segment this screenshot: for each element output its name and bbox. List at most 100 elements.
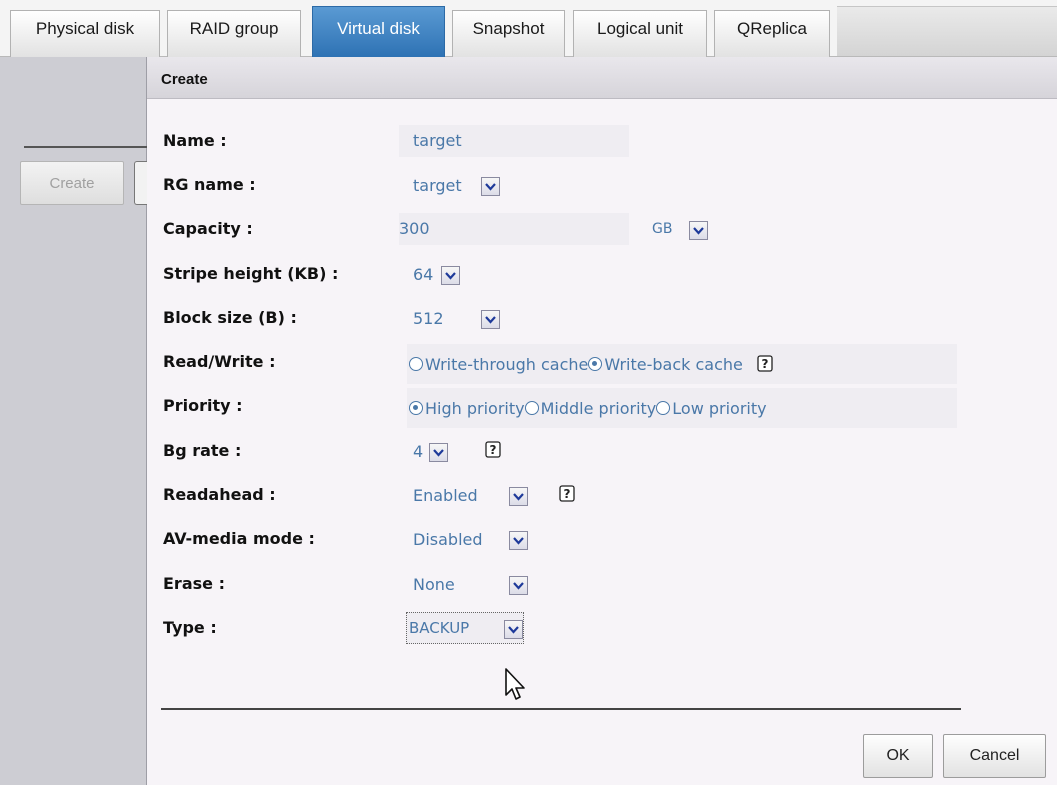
readahead-value: Enabled <box>413 485 478 505</box>
svg-text:?: ? <box>564 487 571 501</box>
type-dropdown-button[interactable] <box>504 620 523 639</box>
tab-virtual-disk[interactable]: Virtual disk <box>312 6 445 57</box>
tab-raid-group[interactable]: RAID group <box>167 10 301 57</box>
svg-text:?: ? <box>490 443 497 457</box>
tab-bar-filler <box>837 6 1057 56</box>
write-back-option[interactable]: Write-back cache <box>588 355 743 374</box>
sidebar-create-button[interactable]: Create <box>20 161 124 205</box>
low-priority-label: Low priority <box>672 398 767 418</box>
type-value: BACKUP <box>409 619 470 637</box>
bg-rate-dropdown-button[interactable] <box>429 443 448 462</box>
capacity-input[interactable] <box>399 213 629 245</box>
tab-snapshot[interactable]: Snapshot <box>452 10 565 57</box>
chevron-down-icon <box>513 581 524 590</box>
tab-qreplica[interactable]: QReplica <box>714 10 830 57</box>
tab-bar: Physical disk RAID group Virtual disk Sn… <box>0 0 1057 57</box>
block-size-label: Block size (B) : <box>163 308 297 327</box>
readahead-dropdown-button[interactable] <box>509 487 528 506</box>
capacity-value: 300 <box>399 219 430 238</box>
tab-physical-disk[interactable]: Physical disk <box>10 10 160 57</box>
high-priority-label: High priority <box>425 398 525 418</box>
read-write-row: Read/Write : Write-through cache Write-b… <box>147 344 1057 384</box>
sidebar-divider <box>24 146 147 148</box>
erase-row: Erase : None <box>147 566 1057 606</box>
stripe-height-value: 64 <box>413 264 434 284</box>
mouse-pointer-icon <box>505 668 525 700</box>
chevron-down-icon <box>693 226 704 235</box>
rg-name-label: RG name : <box>163 175 256 194</box>
cancel-button[interactable]: Cancel <box>943 734 1046 778</box>
name-row: Name : target <box>147 123 1057 163</box>
sidebar: Create <box>0 57 147 785</box>
readahead-label: Readahead : <box>163 485 276 504</box>
dialog-title: Create <box>147 57 1057 99</box>
av-media-mode-dropdown-button[interactable] <box>509 531 528 550</box>
readahead-row: Readahead : Enabled ? <box>147 477 1057 517</box>
priority-label: Priority : <box>163 396 243 415</box>
write-through-option[interactable]: Write-through cache <box>409 355 588 374</box>
capacity-row: Capacity : 300 GB <box>147 211 1057 251</box>
high-priority-radio[interactable] <box>409 401 423 415</box>
erase-value: None <box>413 574 455 594</box>
block-size-value: 512 <box>413 308 444 328</box>
write-through-radio[interactable] <box>409 357 423 371</box>
name-label: Name : <box>163 131 227 150</box>
middle-priority-label: Middle priority <box>540 398 657 418</box>
stripe-height-row: Stripe height (KB) : 64 <box>147 256 1057 296</box>
help-icon[interactable]: ? <box>559 485 575 503</box>
chevron-down-icon <box>513 536 524 545</box>
low-priority-option[interactable]: Low priority <box>656 398 767 418</box>
rg-name-select[interactable]: target <box>413 172 462 198</box>
stripe-height-select[interactable]: 64 <box>413 261 433 287</box>
bg-rate-label: Bg rate : <box>163 441 242 460</box>
av-media-mode-row: AV-media mode : Disabled <box>147 521 1057 561</box>
av-media-mode-value: Disabled <box>413 529 483 549</box>
priority-radio-group: High priority Middle priority Low priori… <box>407 388 957 428</box>
bg-rate-select[interactable]: 4 <box>413 438 423 464</box>
svg-text:?: ? <box>761 357 768 371</box>
read-write-label: Read/Write : <box>163 352 276 371</box>
help-icon[interactable]: ? <box>757 355 773 373</box>
block-size-row: Block size (B) : 512 <box>147 300 1057 340</box>
read-write-radio-group: Write-through cache Write-back cache ? <box>407 344 957 384</box>
tab-logical-unit[interactable]: Logical unit <box>573 10 707 57</box>
rg-name-dropdown-button[interactable] <box>481 177 500 196</box>
middle-priority-option[interactable]: Middle priority <box>524 398 657 418</box>
block-size-dropdown-button[interactable] <box>481 310 500 329</box>
stripe-height-dropdown-button[interactable] <box>441 266 460 285</box>
dialog-divider <box>161 708 961 710</box>
write-back-label: Write-back cache <box>604 354 743 374</box>
create-dialog: Create Name : target RG name : target Ca… <box>147 57 1057 785</box>
help-icon[interactable]: ? <box>485 441 501 459</box>
chevron-down-icon <box>485 182 496 191</box>
readahead-select[interactable]: Enabled <box>413 482 478 508</box>
erase-label: Erase : <box>163 574 225 593</box>
type-label: Type : <box>163 618 217 637</box>
chevron-down-icon <box>513 492 524 501</box>
sidebar-next-button-edge[interactable] <box>134 161 147 205</box>
low-priority-radio[interactable] <box>656 401 671 415</box>
type-row: Type : BACKUP <box>147 610 1057 650</box>
chevron-down-icon <box>433 448 444 457</box>
high-priority-option[interactable]: High priority <box>409 399 525 418</box>
priority-row: Priority : High priority Middle priority… <box>147 388 1057 428</box>
block-size-select[interactable]: 512 <box>413 305 444 331</box>
bg-rate-row: Bg rate : 4 ? <box>147 433 1057 473</box>
name-value: target <box>413 131 462 150</box>
write-through-label: Write-through cache <box>425 354 589 374</box>
write-back-radio[interactable] <box>588 357 603 371</box>
chevron-down-icon <box>508 625 519 634</box>
erase-select[interactable]: None <box>413 571 455 597</box>
capacity-unit: GB <box>652 221 673 237</box>
rg-name-value: target <box>413 175 462 195</box>
capacity-label: Capacity : <box>163 219 253 238</box>
chevron-down-icon <box>485 315 496 324</box>
middle-priority-radio[interactable] <box>524 401 539 415</box>
chevron-down-icon <box>445 271 456 280</box>
capacity-unit-dropdown-button[interactable] <box>689 221 708 240</box>
bg-rate-value: 4 <box>413 441 424 461</box>
av-media-mode-select[interactable]: Disabled <box>413 526 483 552</box>
erase-dropdown-button[interactable] <box>509 576 528 595</box>
type-select-text: BACKUP <box>409 615 469 641</box>
ok-button[interactable]: OK <box>863 734 933 778</box>
